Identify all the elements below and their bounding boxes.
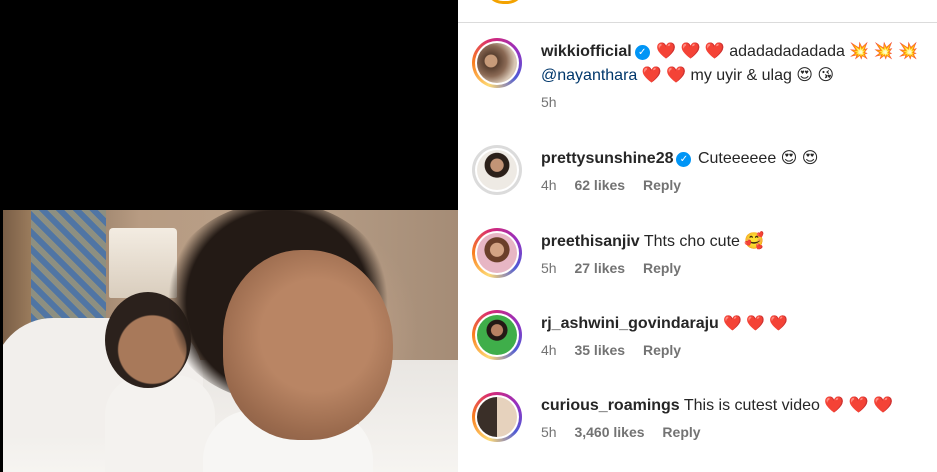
avatar-image: [477, 150, 517, 190]
comment-item: curious_roamings This is cutest video ❤️…: [472, 392, 937, 452]
username-link[interactable]: curious_roamings: [541, 397, 680, 414]
likes-count[interactable]: 27 likes: [574, 260, 625, 276]
comment-text: ❤️ ❤️ ❤️: [723, 315, 788, 332]
avatar[interactable]: [472, 145, 522, 195]
panel-divider: [458, 22, 937, 23]
username-link[interactable]: wikkiofficial: [541, 43, 632, 60]
avatar-image: [477, 233, 517, 273]
username-link[interactable]: rj_ashwini_govindaraju: [541, 315, 719, 332]
caption-text: ❤️ ❤️ ❤️ adadadadadada 💥 💥 💥: [656, 43, 919, 60]
comment-item: rj_ashwini_govindaraju ❤️ ❤️ ❤️ 4h 35 li…: [472, 310, 937, 370]
timestamp[interactable]: 4h: [541, 177, 557, 193]
child-left-body: [105, 375, 215, 472]
reply-button[interactable]: Reply: [643, 177, 681, 193]
avatar[interactable]: [472, 38, 522, 88]
timestamp[interactable]: 5h: [541, 424, 557, 440]
comment-text: This is cutest video ❤️ ❤️ ❤️: [683, 397, 894, 414]
verified-badge-icon: ✓: [676, 152, 692, 167]
avatar[interactable]: [472, 310, 522, 360]
likes-count[interactable]: 62 likes: [574, 177, 625, 193]
avatar-image: [477, 315, 517, 355]
child-right-face: [223, 250, 393, 440]
reply-button[interactable]: Reply: [643, 260, 681, 276]
reply-button[interactable]: Reply: [643, 342, 681, 358]
post-media[interactable]: [0, 0, 458, 472]
post-caption: wikkiofficial ✓ ❤️ ❤️ ❤️ adadadadadada 💥 …: [472, 38, 937, 118]
caption-text-continued: ❤️ ❤️ my uyir & ulag 😍 😘: [637, 67, 835, 84]
timestamp[interactable]: 5h: [541, 260, 557, 276]
likes-count[interactable]: 3,460 likes: [574, 424, 644, 440]
avatar-image: [477, 397, 517, 437]
timestamp[interactable]: 5h: [541, 94, 557, 110]
comment-text: Cuteeeeee 😍 😍: [697, 150, 819, 167]
comment-item: preethisanjiv Thts cho cute 🥰 5h 27 like…: [472, 228, 937, 288]
likes-count[interactable]: 35 likes: [574, 342, 625, 358]
username-link[interactable]: prettysunshine28: [541, 150, 673, 167]
verified-badge-icon: ✓: [634, 45, 650, 60]
mention-link[interactable]: @nayanthara: [541, 67, 637, 84]
reply-button[interactable]: Reply: [662, 424, 700, 440]
video-frame[interactable]: [3, 210, 458, 472]
avatar-image: [477, 43, 517, 83]
comment-text: Thts cho cute 🥰: [643, 233, 765, 250]
comment-item: prettysunshine28 ✓ Cuteeeeee 😍 😍 4h 62 li…: [472, 145, 937, 205]
timestamp[interactable]: 4h: [541, 342, 557, 358]
avatar[interactable]: [472, 392, 522, 442]
avatar[interactable]: [472, 228, 522, 278]
username-link[interactable]: preethisanjiv: [541, 233, 640, 250]
